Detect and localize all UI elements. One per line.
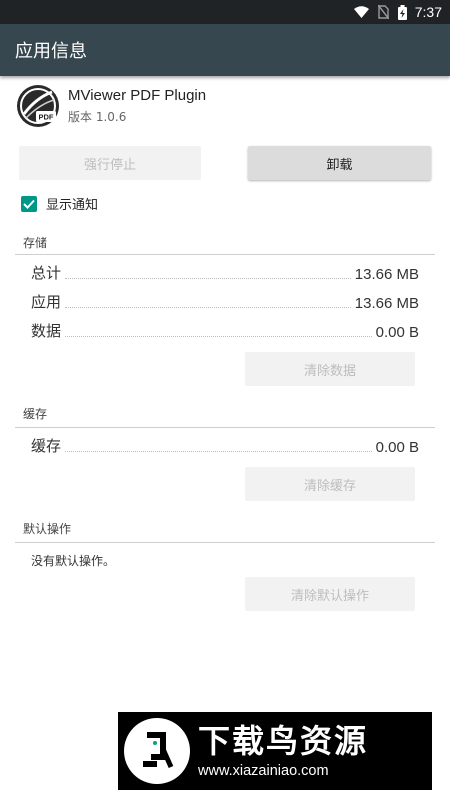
app-version: 版本 1.0.6 [68,110,127,124]
cache-row: 缓存 0.00 B [31,436,419,456]
storage-divider [15,254,435,255]
watermark-url: www.xiazainiao.com [198,763,329,779]
storage-row-value: 13.66 MB [354,266,419,283]
show-notifications-label: 显示通知 [46,198,99,213]
app-icon: PDF [16,84,60,128]
storage-row-label: 总计 [31,264,62,282]
status-bar: 7:37 [0,0,450,24]
pdf-badge-label: PDF [39,113,54,122]
cache-divider [15,427,435,428]
bird-logo-icon [124,718,190,784]
clear-defaults-button[interactable]: 清除默认操作 [245,577,415,611]
app-name: MViewer PDF Plugin [68,87,207,104]
leader-dots [65,336,372,337]
storage-section-title: 存储 [23,236,48,250]
checkbox-checked-icon[interactable] [21,195,37,212]
storage-row-data: 数据 0.00 B [31,321,419,341]
storage-row-value: 13.66 MB [354,295,419,312]
leader-dots [65,451,372,452]
page-title: 应用信息 [15,41,87,62]
clear-cache-button[interactable]: 清除缓存 [245,467,415,501]
cache-section-title: 缓存 [23,407,48,421]
status-time: 7:37 [414,4,442,20]
storage-row-app: 应用 13.66 MB [31,292,419,312]
no-sim-icon [377,5,389,19]
storage-row-value: 0.00 B [375,324,419,341]
storage-row-label: 数据 [31,322,62,340]
leader-dots [65,278,351,279]
no-defaults-text: 没有默认操作。 [31,554,116,568]
uninstall-button[interactable]: 卸载 [248,146,431,180]
clear-data-button[interactable]: 清除数据 [245,352,415,386]
cache-row-label: 缓存 [31,437,62,455]
app-bar: 应用信息 [0,24,450,76]
force-stop-button[interactable]: 强行停止 [19,146,201,180]
defaults-divider [15,542,435,543]
show-notifications-toggle[interactable]: 显示通知 [21,194,98,213]
leader-dots [65,307,351,308]
cache-row-value: 0.00 B [375,439,419,456]
watermark-title: 下载鸟资源 [198,722,369,760]
wifi-icon [353,6,369,18]
defaults-section-title: 默认操作 [23,522,72,536]
battery-charging-icon [397,4,407,20]
watermark-banner: 下载鸟资源 www.xiazainiao.com [118,712,432,790]
storage-row-total: 总计 13.66 MB [31,263,419,283]
storage-row-label: 应用 [31,293,62,311]
